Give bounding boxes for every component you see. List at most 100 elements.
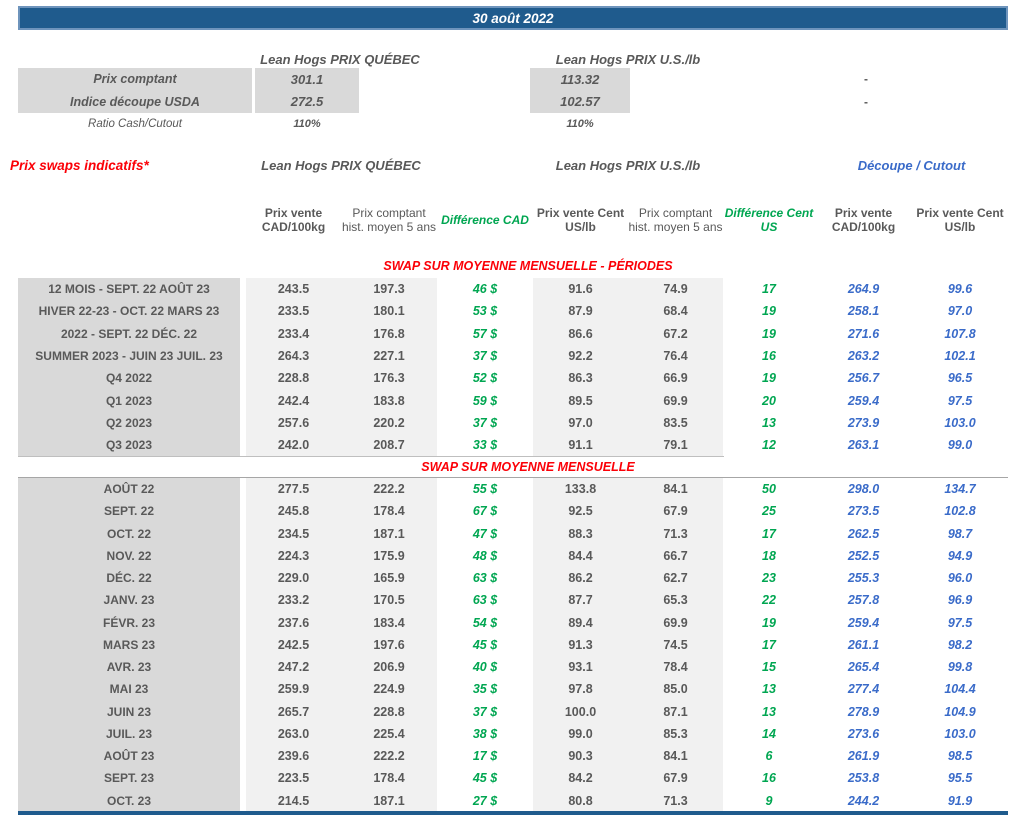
cell-difference-us: 9 [765, 793, 773, 808]
cell-difference-cad: 27 $ [472, 793, 498, 808]
cell-hist-us: 71.3 [628, 789, 723, 812]
cell-cutout-cad: 298.0 [847, 482, 880, 497]
cell-difference-us: 22 [762, 593, 776, 608]
row-label: AOÛT 23 [18, 745, 240, 768]
cell-difference-cad: 45 $ [472, 637, 498, 652]
table-row: NOV. 22 224.3 175.9 48 $ 84.4 66.7 18 252.5 94.9 [18, 544, 1008, 567]
cell-cutout-us: 99.0 [947, 438, 973, 453]
table-row: 2022 - SEPT. 22 DÉC. 22 233.4 176.8 57 $ 86.… [18, 322, 1008, 345]
row-label: JUIN 23 [18, 700, 240, 723]
cell-cutout-us: 104.4 [944, 682, 976, 697]
table-row: JANV. 23 233.2 170.5 63 $ 87.7 65.3 22 257.8 96.… [18, 589, 1008, 612]
cell-difference-cad: 52 $ [472, 371, 498, 386]
table-row: FÉVR. 23 237.6 183.4 54 $ 89.4 69.9 19 259.4 97.… [18, 611, 1008, 634]
cell-prix-vente-us: 80.8 [533, 789, 628, 812]
cell-prix-vente-cad: 228.8 [246, 367, 341, 390]
row-label: Q2 2023 [18, 411, 240, 435]
cell-hist-us: 87.1 [628, 700, 723, 723]
cell-hist-us: 68.4 [628, 300, 723, 323]
cell-prix-vente-us: 87.9 [533, 300, 628, 323]
cell-hist-us: 67.9 [628, 500, 723, 523]
table-row: Q1 2023 242.4 183.8 59 $ 89.5 69.9 20 259.4 97.5 [18, 389, 1008, 412]
cell-hist-us: 66.9 [628, 367, 723, 390]
cell-hist-us: 69.9 [628, 611, 723, 634]
cell-difference-cad: 37 $ [472, 704, 498, 719]
cell-cutout-us: 102.8 [944, 504, 976, 519]
cell-cutout-us: 103.0 [944, 726, 976, 741]
cell-cutout-us: 107.8 [944, 326, 976, 341]
table-row: DÉC. 22 229.0 165.9 63 $ 86.2 62.7 23 255.3 96.0 [18, 567, 1008, 590]
cell-hist-us: 85.3 [628, 722, 723, 745]
cutout-placeholder-column: - - [820, 68, 912, 113]
cell-prix-vente-cad: 257.6 [246, 411, 341, 435]
cell-cutout-us: 91.9 [947, 793, 973, 808]
cell-difference-us: 17 [762, 282, 776, 297]
cell-difference-us: 6 [765, 749, 773, 764]
cash-label-box: Prix comptant Indice découpe USDA [18, 68, 252, 113]
date-banner: 30 août 2022 [18, 6, 1008, 30]
cell-hist-cad: 220.2 [341, 411, 437, 435]
cell-hist-cad: 208.7 [341, 434, 437, 457]
us-prix-comptant-value: 113.32 [560, 71, 600, 87]
cell-prix-vente-us: 91.1 [533, 434, 628, 457]
cell-difference-cad: 63 $ [472, 571, 498, 586]
cell-prix-vente-cad: 223.5 [246, 767, 341, 790]
cell-cutout-us: 95.5 [947, 771, 973, 786]
corner-cell [18, 190, 240, 252]
row-label: AVR. 23 [18, 656, 240, 679]
row-label: FÉVR. 23 [18, 611, 240, 634]
cell-prix-vente-cad: 277.5 [246, 478, 341, 501]
row-label: HIVER 22-23 - OCT. 22 MARS 23 [18, 300, 240, 323]
table-row: AOÛT 23 239.6 222.2 17 $ 90.3 84.1 6 261.9 98.5 [18, 745, 1008, 768]
cell-difference-us: 12 [762, 438, 776, 453]
cell-difference-cad: 37 $ [472, 349, 498, 364]
us-indice-decoupe-value: 102.57 [560, 94, 600, 110]
cell-cutout-us: 98.2 [947, 637, 973, 652]
report-date: 30 août 2022 [472, 10, 554, 26]
cell-prix-vente-cad: 242.0 [246, 434, 341, 457]
cell-prix-vente-cad: 224.3 [246, 544, 341, 567]
cell-prix-vente-us: 100.0 [533, 700, 628, 723]
cell-cutout-us: 96.5 [947, 371, 973, 386]
cell-prix-vente-cad: 214.5 [246, 789, 341, 812]
cell-prix-vente-us: 91.3 [533, 633, 628, 656]
hog-price-report: 30 août 2022 Lean Hogs PRIX QUÉBEC Lean … [0, 0, 1024, 815]
qc-prix-comptant-value: 301.1 [290, 71, 324, 87]
us-ratio-value: 110% [566, 117, 594, 130]
periods-table: 12 MOIS - SEPT. 22 AOÛT 23 243.5 197.3 46 $… [18, 278, 1008, 457]
cell-prix-vente-cad: 233.4 [246, 322, 341, 345]
cell-cutout-cad: 252.5 [847, 548, 880, 563]
cell-hist-cad: 178.4 [341, 767, 437, 790]
table-row: JUIN 23 265.7 228.8 37 $ 100.0 87.1 13 278.9 104… [18, 700, 1008, 723]
cell-prix-vente-us: 97.0 [533, 411, 628, 435]
cell-difference-us: 23 [762, 571, 776, 586]
cell-cutout-cad: 273.6 [847, 726, 880, 741]
table-row: HIVER 22-23 - OCT. 22 MARS 23 233.5 180.1 5… [18, 300, 1008, 323]
table-row: SUMMER 2023 - JUIN 23 JUIL. 23 264.3 227.1… [18, 344, 1008, 368]
row-label: OCT. 22 [18, 522, 240, 545]
table-row: Q4 2022 228.8 176.3 52 $ 86.3 66.9 19 256.7 96.5 [18, 367, 1008, 390]
cell-difference-cad: 48 $ [472, 548, 498, 563]
cell-hist-cad: 178.4 [341, 500, 437, 523]
row-label: Q3 2023 [18, 434, 240, 457]
cell-cutout-cad: 273.5 [847, 504, 880, 519]
cell-hist-cad: 225.4 [341, 722, 437, 745]
cell-prix-vente-cad: 264.3 [246, 344, 341, 368]
cell-difference-us: 19 [762, 304, 776, 319]
cell-hist-us: 65.3 [628, 589, 723, 612]
cell-cutout-us: 98.7 [947, 526, 973, 541]
table-row: 12 MOIS - SEPT. 22 AOÛT 23 243.5 197.3 46 $… [18, 278, 1008, 301]
cell-hist-us: 84.1 [628, 745, 723, 768]
row-label: SEPT. 23 [18, 767, 240, 790]
cell-cutout-cad: 259.4 [847, 615, 880, 630]
header-hist-us: Prix comptant hist. moyen 5 ans [628, 206, 723, 234]
cell-hist-cad: 175.9 [341, 544, 437, 567]
cash-us-values-box: 113.32 102.57 [530, 68, 630, 113]
row-label: SEPT. 22 [18, 500, 240, 523]
row-label: MARS 23 [18, 633, 240, 656]
cell-prix-vente-cad: 247.2 [246, 656, 341, 679]
cell-hist-cad: 187.1 [341, 522, 437, 545]
row-label: JUIL. 23 [18, 722, 240, 745]
cell-hist-cad: 170.5 [341, 589, 437, 612]
cell-hist-cad: 176.8 [341, 322, 437, 345]
